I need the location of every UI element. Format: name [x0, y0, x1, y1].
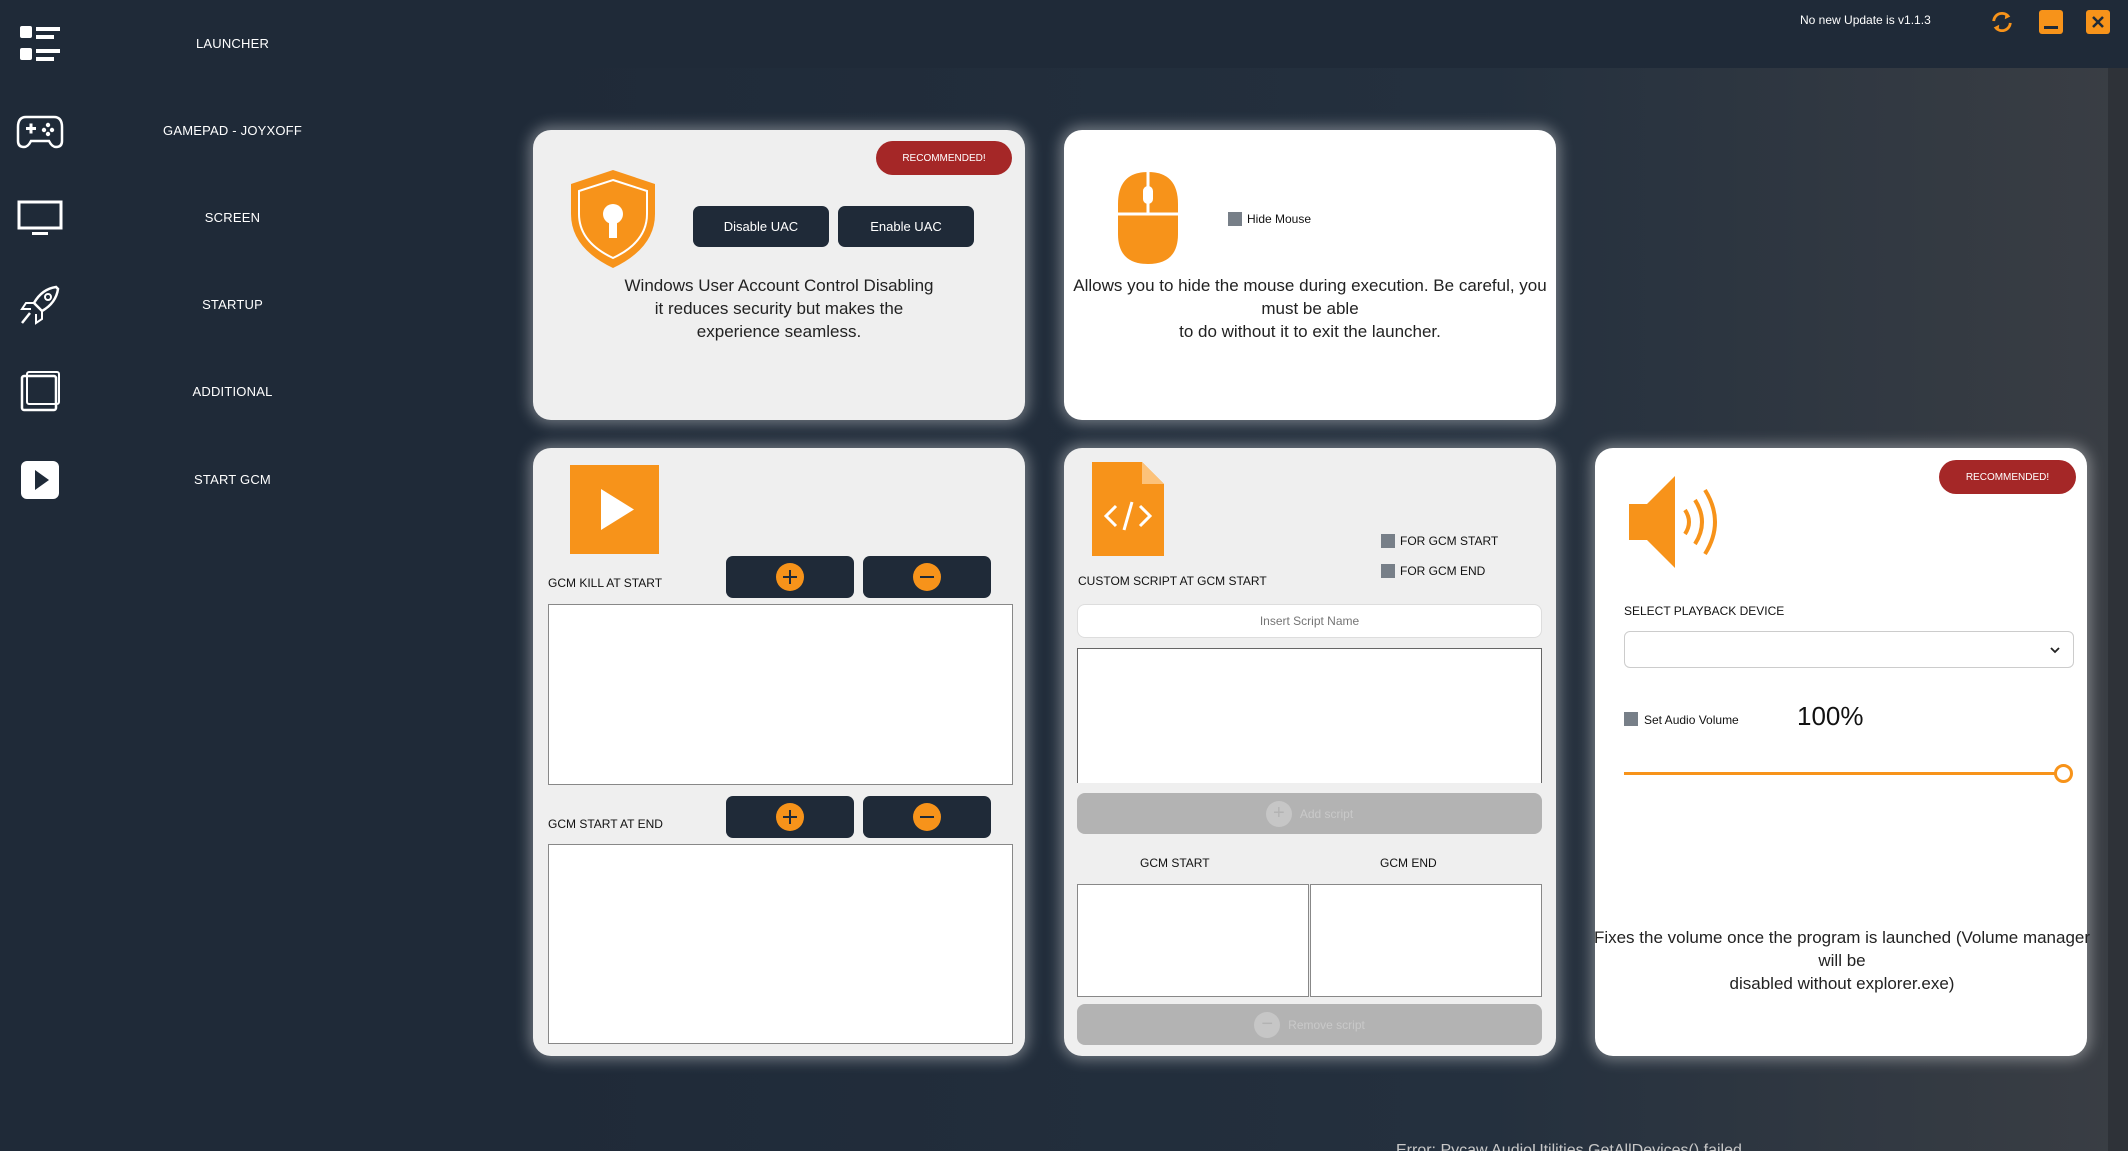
refresh-icon — [1992, 12, 2012, 32]
chevron-down-icon — [2050, 647, 2060, 654]
add-start-button[interactable] — [726, 796, 854, 838]
minus-icon: − — [1254, 1011, 1281, 1038]
volume-value: 100% — [1797, 701, 1864, 731]
gcm-kill-at-start-label: GCM KILL AT START — [548, 576, 663, 590]
mouse-description-line: to do without it to exit the launcher. — [1179, 322, 1441, 341]
bottom-status-text: Error: Pycaw.AudioUtilities.GetAllDevice… — [1396, 1142, 1756, 1151]
plus-icon — [776, 563, 804, 591]
disable-uac-button[interactable]: Disable UAC — [693, 206, 829, 247]
remove-script-button[interactable]: − Remove script — [1077, 1004, 1542, 1045]
gcm-end-script-list[interactable] — [1310, 884, 1542, 997]
set-audio-volume-label: Set Audio Volume — [1644, 713, 1739, 727]
sidebar-item-label: LAUNCHER — [195, 36, 270, 51]
uac-card: RECOMMENDED! Disable UAC Enable UAC Wind… — [533, 130, 1025, 420]
audio-description-line: will be — [1818, 951, 1866, 970]
add-script-button[interactable]: + Add script — [1077, 793, 1542, 834]
enable-uac-button[interactable]: Enable UAC — [838, 206, 974, 247]
remove-start-button[interactable] — [863, 796, 991, 838]
rocket-icon — [14, 281, 66, 329]
gcm-end-column-label: GCM END — [1380, 856, 1437, 870]
script-name-input[interactable] — [1077, 604, 1542, 638]
gamepad-icon — [14, 107, 66, 155]
custom-script-card: FOR GCM START FOR GCM END CUSTOM SCRIPT … — [1064, 448, 1556, 1056]
play-icon — [14, 456, 66, 504]
sidebar-item-start-gcm[interactable]: START GCM — [0, 440, 520, 520]
sidebar-item-gamepad[interactable]: GAMEPAD - JOYXOFF — [0, 91, 520, 171]
playback-device-select[interactable] — [1624, 631, 2074, 668]
hide-mouse-checkbox[interactable] — [1228, 212, 1242, 226]
sidebar-item-launcher[interactable]: LAUNCHER — [0, 4, 520, 84]
sidebar-item-additional[interactable]: ADDITIONAL — [0, 352, 520, 432]
hide-mouse-card: Hide Mouse Allows you to hide the mouse … — [1064, 130, 1556, 420]
hide-mouse-label: Hide Mouse — [1247, 212, 1312, 226]
add-script-label: Add script — [1299, 806, 1354, 821]
remove-kill-button[interactable] — [863, 556, 991, 598]
audio-card: RECOMMENDED! SELECT PLAYBACK DEVICE Set … — [1594, 448, 2090, 1056]
uac-description-line: it reduces security but makes the — [654, 299, 904, 318]
mouse-description: Allows you to hide the mouse during exec… — [1064, 274, 1556, 343]
sidebar-item-label: SCREEN — [204, 210, 261, 225]
audio-description-line: disabled without explorer.exe) — [1729, 974, 1955, 993]
minimize-icon — [2044, 26, 2058, 29]
gcm-start-at-end-label: GCM START AT END — [548, 817, 663, 831]
audio-description-line: Fixes the volume once the program is lau… — [1593, 928, 2091, 947]
playback-device-label: SELECT PLAYBACK DEVICE — [1624, 604, 1785, 618]
for-gcm-start-label: FOR GCM START — [1400, 534, 1499, 548]
recommended-badge: RECOMMENDED! — [876, 141, 1012, 175]
shield-lock-icon — [567, 168, 659, 275]
remove-script-label: Remove script — [1288, 1017, 1365, 1032]
minimize-button[interactable] — [2039, 10, 2063, 34]
audio-description: Fixes the volume once the program is lau… — [1589, 926, 2095, 995]
monitor-icon — [14, 194, 66, 242]
volume-slider-track[interactable] — [1624, 772, 2064, 775]
sidebar-item-label: START GCM — [194, 472, 271, 487]
uac-description-line: experience seamless. — [696, 322, 862, 341]
plus-icon — [776, 803, 804, 831]
uac-description: Windows User Account Control Disabling i… — [533, 274, 1025, 343]
set-audio-volume-checkbox[interactable] — [1624, 712, 1638, 726]
for-gcm-end-checkbox[interactable] — [1381, 564, 1395, 578]
close-button[interactable] — [2086, 10, 2110, 34]
speaker-icon — [1627, 474, 1727, 575]
refresh-button[interactable] — [1990, 10, 2014, 34]
mouse-icon — [1116, 170, 1180, 271]
mouse-description-line: Allows you to hide the mouse during exec… — [1073, 276, 1547, 295]
close-icon — [2092, 16, 2104, 28]
launcher-list-icon — [14, 20, 66, 68]
volume-slider-thumb[interactable] — [2054, 764, 2073, 783]
sidebar: LAUNCHER GAMEPAD - JOYXOFF SCREEN STARTU… — [0, 0, 520, 1151]
gcm-kill-card: GCM KILL AT START GCM START AT END — [533, 448, 1025, 1056]
recommended-badge: RECOMMENDED! — [1939, 460, 2076, 494]
add-kill-button[interactable] — [726, 556, 854, 598]
script-editor[interactable] — [1077, 648, 1542, 783]
for-gcm-end-label: FOR GCM END — [1400, 564, 1486, 578]
custom-script-label: CUSTOM SCRIPT AT GCM START — [1078, 574, 1267, 588]
start-at-end-list[interactable] — [548, 844, 1013, 1044]
title-bar — [520, 0, 2128, 68]
uac-description-line: Windows User Account Control Disabling — [624, 276, 934, 295]
for-gcm-start-checkbox[interactable] — [1381, 534, 1395, 548]
minus-icon — [913, 563, 941, 591]
gcm-start-column-label: GCM START — [1140, 856, 1210, 870]
play-square-icon — [570, 465, 659, 559]
sidebar-item-label: GAMEPAD - JOYXOFF — [163, 123, 302, 138]
mouse-description-line: must be able — [1261, 299, 1359, 318]
layers-icon — [14, 368, 66, 416]
sidebar-item-label: ADDITIONAL — [192, 384, 273, 399]
plus-icon: + — [1265, 800, 1292, 827]
sidebar-item-label: STARTUP — [202, 297, 263, 312]
sidebar-item-screen[interactable]: SCREEN — [0, 178, 520, 258]
minus-icon — [913, 803, 941, 831]
code-file-icon — [1092, 462, 1166, 561]
update-status: No new Update is v1.1.3 — [1800, 13, 1931, 27]
sidebar-item-startup[interactable]: STARTUP — [0, 265, 520, 345]
gcm-start-script-list[interactable] — [1077, 884, 1309, 997]
scrollbar-track[interactable] — [2108, 68, 2128, 1151]
kill-at-start-list[interactable] — [548, 604, 1013, 785]
